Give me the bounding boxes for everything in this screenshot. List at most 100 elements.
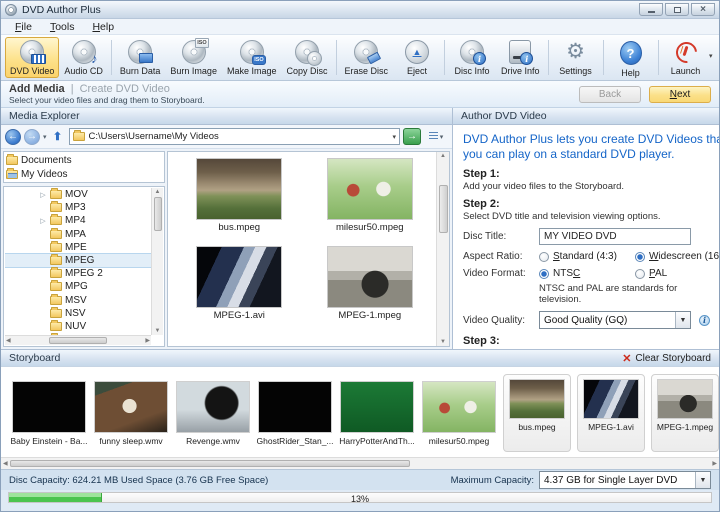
tree-item-documents[interactable]: Documents bbox=[6, 153, 162, 167]
scroll-right-icon[interactable]: ▶ bbox=[712, 461, 717, 467]
file-thumbnail[interactable] bbox=[196, 246, 282, 308]
storyboard-horizontal-scrollbar[interactable]: ◀ ▶ bbox=[1, 457, 719, 469]
tree-folder-item[interactable]: MP3 bbox=[5, 201, 151, 214]
disc-title-input[interactable] bbox=[539, 228, 691, 245]
tree-folder-item[interactable]: MPEG bbox=[5, 254, 151, 267]
file-item[interactable]: bus.mpeg bbox=[179, 158, 299, 246]
file-item[interactable]: MPEG-1.mpeg bbox=[310, 246, 430, 334]
radio-icon[interactable] bbox=[539, 269, 549, 279]
scroll-right-icon[interactable]: ▶ bbox=[145, 338, 150, 344]
storyboard-thumbnail[interactable] bbox=[340, 381, 414, 433]
toolbar-button-settings[interactable]: ▾ Settings bbox=[552, 37, 600, 78]
tree-folder-item[interactable]: MPEG 2 bbox=[5, 267, 151, 280]
tree-folder-item[interactable]: ▷ MOV bbox=[5, 188, 151, 201]
address-bar[interactable]: C:\Users\Username\My Videos ▾ bbox=[69, 128, 400, 145]
storyboard-thumbnail[interactable] bbox=[583, 379, 639, 419]
tree-folder-item[interactable]: MPA bbox=[5, 228, 151, 241]
file-item[interactable]: milesur50.mpeg bbox=[310, 158, 430, 246]
storyboard-thumbnail[interactable] bbox=[422, 381, 496, 433]
storyboard-item[interactable]: funny sleep.wmv bbox=[93, 381, 169, 446]
expander-icon[interactable]: ▷ bbox=[39, 191, 47, 199]
file-thumbnail[interactable] bbox=[196, 158, 282, 220]
tree-vertical-scrollbar[interactable]: ▲ ▼ bbox=[151, 188, 163, 335]
file-item[interactable]: MPEG-1.avi bbox=[179, 246, 299, 334]
dropdown-caret-icon[interactable]: ▾ bbox=[709, 52, 713, 60]
file-thumbnail[interactable] bbox=[327, 246, 413, 308]
scrollbar-thumb[interactable] bbox=[439, 185, 448, 233]
expander-icon[interactable]: ▷ bbox=[39, 217, 47, 225]
tree-folder-item[interactable]: MPE bbox=[5, 241, 151, 254]
storyboard-item[interactable]: bus.mpeg bbox=[503, 374, 571, 452]
storyboard-item[interactable]: MPEG-1.mpeg bbox=[651, 374, 719, 452]
storyboard-thumbnail[interactable] bbox=[176, 381, 250, 433]
tree-item-my-videos[interactable]: My Videos bbox=[6, 167, 162, 181]
toolbar-button-disc-info[interactable]: ▾ Disc Info bbox=[448, 37, 496, 78]
go-button[interactable]: → bbox=[403, 128, 421, 145]
radio-icon[interactable] bbox=[635, 252, 645, 262]
storyboard-thumbnail[interactable] bbox=[12, 381, 86, 433]
toolbar-button-help[interactable]: ▾ Help bbox=[607, 37, 655, 78]
tree-folder-item[interactable]: NSV bbox=[5, 307, 151, 320]
scrollbar-thumb[interactable] bbox=[10, 460, 410, 467]
video-format-option[interactable]: PAL bbox=[635, 268, 720, 279]
toolbar-button-drive-info[interactable]: ▾ Drive Info bbox=[496, 37, 545, 78]
aspect-ratio-option[interactable]: Standard (4:3) bbox=[539, 251, 635, 262]
storyboard-thumbnail[interactable] bbox=[657, 379, 713, 419]
storyboard-item[interactable]: Baby Einstein - Ba... bbox=[11, 381, 87, 446]
toolbar-button-burn-data[interactable]: ▾ Burn Data bbox=[115, 37, 166, 78]
storyboard-thumbnail[interactable] bbox=[258, 381, 332, 433]
storyboard-item[interactable]: Revenge.wmv bbox=[175, 381, 251, 446]
forward-nav-icon[interactable]: → bbox=[24, 129, 40, 145]
tree-folder-item[interactable]: MPG bbox=[5, 280, 151, 293]
views-button[interactable]: ▾ bbox=[424, 128, 448, 145]
file-thumbnail[interactable] bbox=[327, 158, 413, 220]
video-format-option[interactable]: NTSC bbox=[539, 268, 635, 279]
toolbar-button-audio-cd[interactable]: ▾ Audio CD bbox=[59, 37, 108, 78]
clear-storyboard-button[interactable]: ✕ Clear Storyboard bbox=[622, 352, 711, 365]
storyboard-thumbnail[interactable] bbox=[94, 381, 168, 433]
toolbar-button-make-image[interactable]: ▾ Make Image bbox=[222, 37, 282, 78]
back-button[interactable]: Back bbox=[579, 86, 641, 103]
max-capacity-select[interactable]: 4.37 GB for Single Layer DVD ▼ bbox=[539, 471, 711, 489]
address-dropdown-icon[interactable]: ▾ bbox=[392, 133, 396, 141]
radio-icon[interactable] bbox=[539, 252, 549, 262]
back-nav-icon[interactable]: ← bbox=[5, 129, 21, 145]
menu-tools[interactable]: Tools bbox=[42, 20, 83, 34]
files-vertical-scrollbar[interactable]: ▲ ▼ bbox=[436, 152, 449, 346]
toolbar-button-launch[interactable]: ▾ Launch bbox=[662, 37, 710, 78]
address-text[interactable]: C:\Users\Username\My Videos bbox=[89, 131, 389, 142]
storyboard-item[interactable]: GhostRider_Stan_... bbox=[257, 381, 333, 446]
toolbar-button-copy-disc[interactable]: ▾ Copy Disc bbox=[281, 37, 332, 78]
info-icon[interactable]: i bbox=[699, 315, 710, 326]
tree-horizontal-scrollbar[interactable]: ◀ ▶ bbox=[5, 335, 151, 345]
close-button[interactable]: × bbox=[691, 3, 715, 16]
select-dropdown-icon[interactable]: ▼ bbox=[675, 312, 690, 328]
tree-folder-item[interactable]: ▷ MP4 bbox=[5, 214, 151, 227]
storyboard-item[interactable]: MPEG-1.avi bbox=[577, 374, 645, 452]
toolbar-button-eject[interactable]: ▾ Eject bbox=[393, 37, 441, 78]
video-quality-select[interactable]: Good Quality (GQ) ▼ bbox=[539, 311, 691, 329]
scroll-up-icon[interactable]: ▲ bbox=[155, 189, 161, 195]
next-button[interactable]: Next bbox=[649, 86, 711, 103]
menu-file[interactable]: File bbox=[7, 20, 40, 34]
restore-button[interactable] bbox=[665, 3, 689, 16]
tree-folder-item[interactable]: NUV bbox=[5, 320, 151, 333]
radio-icon[interactable] bbox=[635, 269, 645, 279]
scrollbar-thumb[interactable] bbox=[49, 337, 107, 344]
minimize-button[interactable] bbox=[639, 3, 663, 16]
select-dropdown-icon[interactable]: ▼ bbox=[695, 472, 710, 488]
scroll-down-icon[interactable]: ▼ bbox=[155, 328, 161, 334]
toolbar-button-erase-disc[interactable]: ▾ Erase Disc bbox=[340, 37, 394, 78]
scroll-left-icon[interactable]: ◀ bbox=[6, 338, 11, 344]
scroll-left-icon[interactable]: ◀ bbox=[3, 461, 8, 467]
storyboard-thumbnail[interactable] bbox=[509, 379, 565, 419]
tree-folder-item[interactable]: MSV bbox=[5, 294, 151, 307]
storyboard-item[interactable]: milesur50.mpeg bbox=[421, 381, 497, 446]
folder-up-icon[interactable]: ⬆ bbox=[50, 129, 66, 145]
menu-help[interactable]: Help bbox=[84, 20, 122, 34]
storyboard-item[interactable]: HarryPotterAndTh... bbox=[339, 381, 415, 446]
toolbar-button-dvd-video[interactable]: ▾ DVD Video bbox=[5, 37, 59, 78]
aspect-ratio-option[interactable]: Widescreen (16:9) bbox=[635, 251, 720, 262]
scroll-up-icon[interactable]: ▲ bbox=[440, 153, 446, 159]
scrollbar-thumb[interactable] bbox=[154, 197, 162, 231]
